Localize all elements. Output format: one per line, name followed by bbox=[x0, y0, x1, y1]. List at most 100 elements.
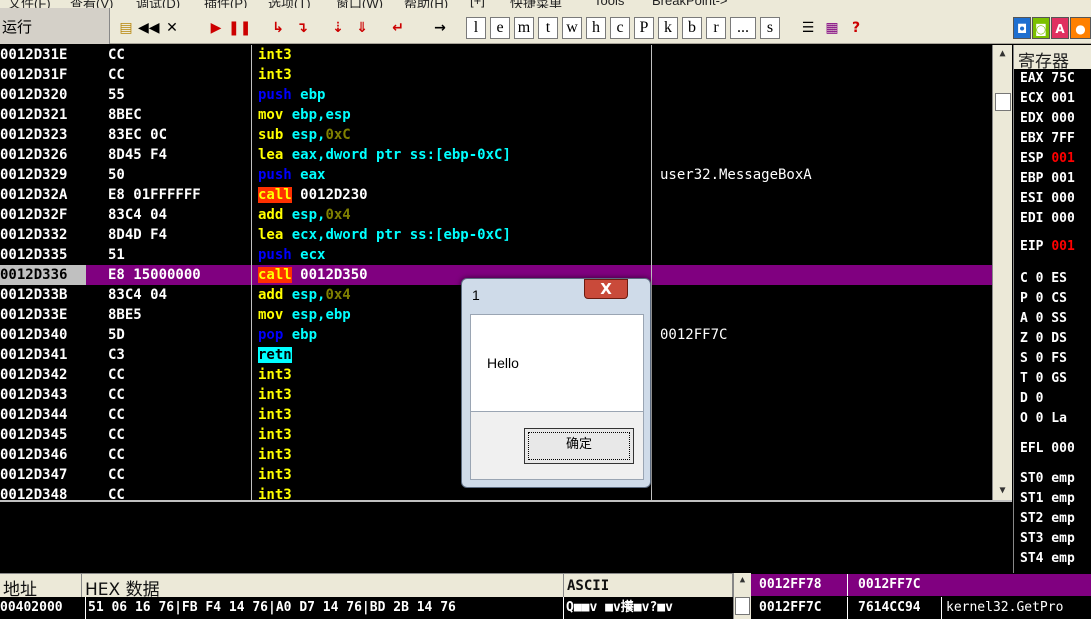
toolbar-letter-button[interactable]: P bbox=[634, 17, 654, 39]
disasm-address: 0012D32F bbox=[0, 207, 68, 223]
register-line[interactable]: ESI 000 bbox=[1020, 191, 1075, 206]
menu-item[interactable]: 窗口(W) bbox=[336, 0, 383, 8]
toolbar-letter-button[interactable]: l bbox=[466, 17, 486, 39]
stack-row[interactable]: 0012FF7C 7614CC94 kernel32.GetPro bbox=[751, 597, 1091, 619]
menu-item[interactable]: 调试(D) bbox=[136, 0, 180, 8]
pause-icon[interactable]: ❚❚ bbox=[228, 17, 251, 39]
register-line[interactable]: EFL 000 bbox=[1020, 441, 1075, 456]
disasm-hex: 8BEC bbox=[108, 107, 142, 123]
go-to-icon[interactable]: → bbox=[430, 17, 450, 39]
register-line[interactable]: EAX 75C bbox=[1020, 71, 1075, 86]
toolbar-letter-button[interactable]: w bbox=[562, 17, 582, 39]
register-line[interactable]: Z 0 DS bbox=[1020, 331, 1067, 346]
window-blue-icon[interactable]: ◘ bbox=[1013, 17, 1031, 39]
disasm-row[interactable]: 0012D326 8D45 F4 lea eax,dword ptr ss:[ebp… bbox=[0, 145, 992, 165]
menu-item[interactable]: 选项(T) bbox=[268, 0, 311, 8]
close-process-icon[interactable]: ✕ bbox=[162, 17, 182, 39]
menu-item[interactable]: 帮助(H) bbox=[404, 0, 448, 8]
toolbar-letter-button[interactable]: e bbox=[490, 17, 510, 39]
trace-into-icon[interactable]: ⇣ bbox=[328, 17, 348, 39]
register-line[interactable]: EBP 001 bbox=[1020, 171, 1075, 186]
register-line[interactable]: O 0 La bbox=[1020, 411, 1067, 426]
register-line[interactable]: C 0 ES bbox=[1020, 271, 1067, 286]
toolbar-letter-button[interactable]: t bbox=[538, 17, 558, 39]
help-icon[interactable]: ? bbox=[846, 17, 866, 39]
disasm-row[interactable]: 0012D335 51 push ecx bbox=[0, 245, 992, 265]
step-into-icon[interactable]: ↳ bbox=[268, 17, 288, 39]
disasm-row[interactable]: 0012D31E CC int3 bbox=[0, 45, 992, 65]
toolbar-letter-button[interactable]: r bbox=[706, 17, 726, 39]
menu-item[interactable]: 查看(V) bbox=[70, 0, 113, 8]
toolbar-letter-button[interactable]: k bbox=[658, 17, 678, 39]
rewind-icon[interactable]: ◀◀ bbox=[138, 17, 160, 39]
toolbar-letter-button[interactable]: h bbox=[586, 17, 606, 39]
open-file-icon[interactable]: ▤ bbox=[116, 17, 136, 39]
disasm-row[interactable]: 0012D31F CC int3 bbox=[0, 65, 992, 85]
window-green-icon[interactable]: ◙ bbox=[1032, 17, 1050, 39]
scroll-up-icon[interactable]: ▲ bbox=[993, 45, 1012, 63]
register-line[interactable]: ESP 001 bbox=[1020, 151, 1075, 166]
toolbar-letter-button[interactable]: m bbox=[514, 17, 534, 39]
window-orange-icon[interactable]: ● bbox=[1070, 17, 1091, 39]
menu-item[interactable]: [+] bbox=[470, 0, 485, 8]
grid-icon[interactable]: ▦ bbox=[822, 17, 842, 39]
ok-button[interactable]: 确定 bbox=[524, 428, 634, 464]
stack-row[interactable]: 0012FF78 0012FF7C bbox=[751, 574, 1091, 596]
register-line[interactable]: EBX 7FF bbox=[1020, 131, 1075, 146]
register-text: ECX 001 bbox=[1020, 91, 1075, 106]
disasm-row[interactable]: 0012D32A E8 01FFFFFF call 0012D230 bbox=[0, 185, 992, 205]
register-line[interactable]: EDX 000 bbox=[1020, 111, 1075, 126]
run-icon[interactable]: ▶ bbox=[206, 17, 226, 39]
dump-col-address[interactable]: 地址 bbox=[0, 574, 82, 600]
disasm-row[interactable]: 0012D323 83EC 0C sub esp,0xC bbox=[0, 125, 992, 145]
register-line[interactable]: ST2 emp bbox=[1020, 511, 1075, 526]
disasm-instruction: push ecx bbox=[258, 245, 325, 265]
list-icon[interactable]: ☰ bbox=[798, 17, 818, 39]
register-line[interactable]: ST4 emp bbox=[1020, 551, 1075, 566]
register-line[interactable]: ECX 001 bbox=[1020, 91, 1075, 106]
register-line[interactable]: P 0 CS bbox=[1020, 291, 1067, 306]
dump-scroll-up-icon[interactable]: ▲ bbox=[734, 575, 751, 585]
register-line[interactable]: EIP 001 bbox=[1020, 239, 1075, 254]
close-icon[interactable]: X bbox=[584, 279, 628, 299]
menu-item[interactable]: 快捷菜单 bbox=[510, 0, 562, 8]
disasm-mnemonic: call bbox=[258, 267, 292, 283]
registers-pane[interactable]: 寄存器 EAX 75C ECX 001 EDX 000 EBX 7FF ESP 001 E… bbox=[1013, 45, 1091, 573]
register-line[interactable]: D 0 bbox=[1020, 391, 1043, 406]
stack-pane[interactable]: 0012FF78 0012FF7C 0012FF7C 7614CC94 kernel32… bbox=[751, 573, 1091, 619]
menu-item[interactable]: 插件(P) bbox=[204, 0, 247, 8]
disasm-address: 0012D343 bbox=[0, 387, 68, 403]
toolbar-letter-button[interactable]: ... bbox=[730, 17, 756, 39]
menu-item[interactable]: Tools bbox=[594, 0, 624, 8]
register-line[interactable]: ST3 emp bbox=[1020, 531, 1075, 546]
toolbar-letter-button[interactable]: c bbox=[610, 17, 630, 39]
disasm-row[interactable]: 0012D320 55 push ebp bbox=[0, 85, 992, 105]
window-a-icon[interactable]: A bbox=[1051, 17, 1069, 39]
execute-till-return-icon[interactable]: ↵ bbox=[388, 17, 408, 39]
menu-item[interactable]: 文件(F) bbox=[8, 0, 51, 8]
trace-over-icon[interactable]: ⇓ bbox=[352, 17, 372, 39]
stack-value: 0012FF7C bbox=[847, 574, 921, 596]
scroll-down-icon[interactable]: ▼ bbox=[993, 482, 1012, 500]
register-line[interactable]: T 0 GS bbox=[1020, 371, 1067, 386]
register-line[interactable]: S 0 FS bbox=[1020, 351, 1067, 366]
step-over-icon[interactable]: ↴ bbox=[292, 17, 312, 39]
register-line[interactable]: ST1 emp bbox=[1020, 491, 1075, 506]
scroll-thumb[interactable] bbox=[995, 93, 1011, 111]
toolbar-letter-button[interactable]: s bbox=[760, 17, 780, 39]
dump-col-ascii[interactable]: ASCII bbox=[564, 574, 733, 598]
dump-row[interactable]: 00402000 51 06 16 76|FB F4 14 76|A0 D7 1… bbox=[0, 597, 733, 619]
disasm-row[interactable]: 0012D332 8D4D F4 lea ecx,dword ptr ss:[ebp… bbox=[0, 225, 992, 245]
dump-col-hex[interactable]: HEX 数据 bbox=[82, 574, 564, 600]
dump-scroll-thumb[interactable] bbox=[735, 597, 750, 615]
register-line[interactable]: A 0 SS bbox=[1020, 311, 1067, 326]
disassembly-scrollbar[interactable]: ▲ ▼ bbox=[992, 45, 1012, 500]
disasm-row[interactable]: 0012D321 8BEC mov ebp,esp bbox=[0, 105, 992, 125]
disasm-row[interactable]: 0012D32F 83C4 04 add esp,0x4 bbox=[0, 205, 992, 225]
register-line[interactable]: EDI 000 bbox=[1020, 211, 1075, 226]
register-line[interactable]: ST0 emp bbox=[1020, 471, 1075, 486]
menu-item[interactable]: BreakPoint-> bbox=[652, 0, 728, 8]
dump-scrollbar[interactable]: ▲ bbox=[733, 573, 751, 619]
toolbar-letter-button[interactable]: b bbox=[682, 17, 702, 39]
disasm-row[interactable]: 0012D329 50 push eax user32.MessageBoxA bbox=[0, 165, 992, 185]
